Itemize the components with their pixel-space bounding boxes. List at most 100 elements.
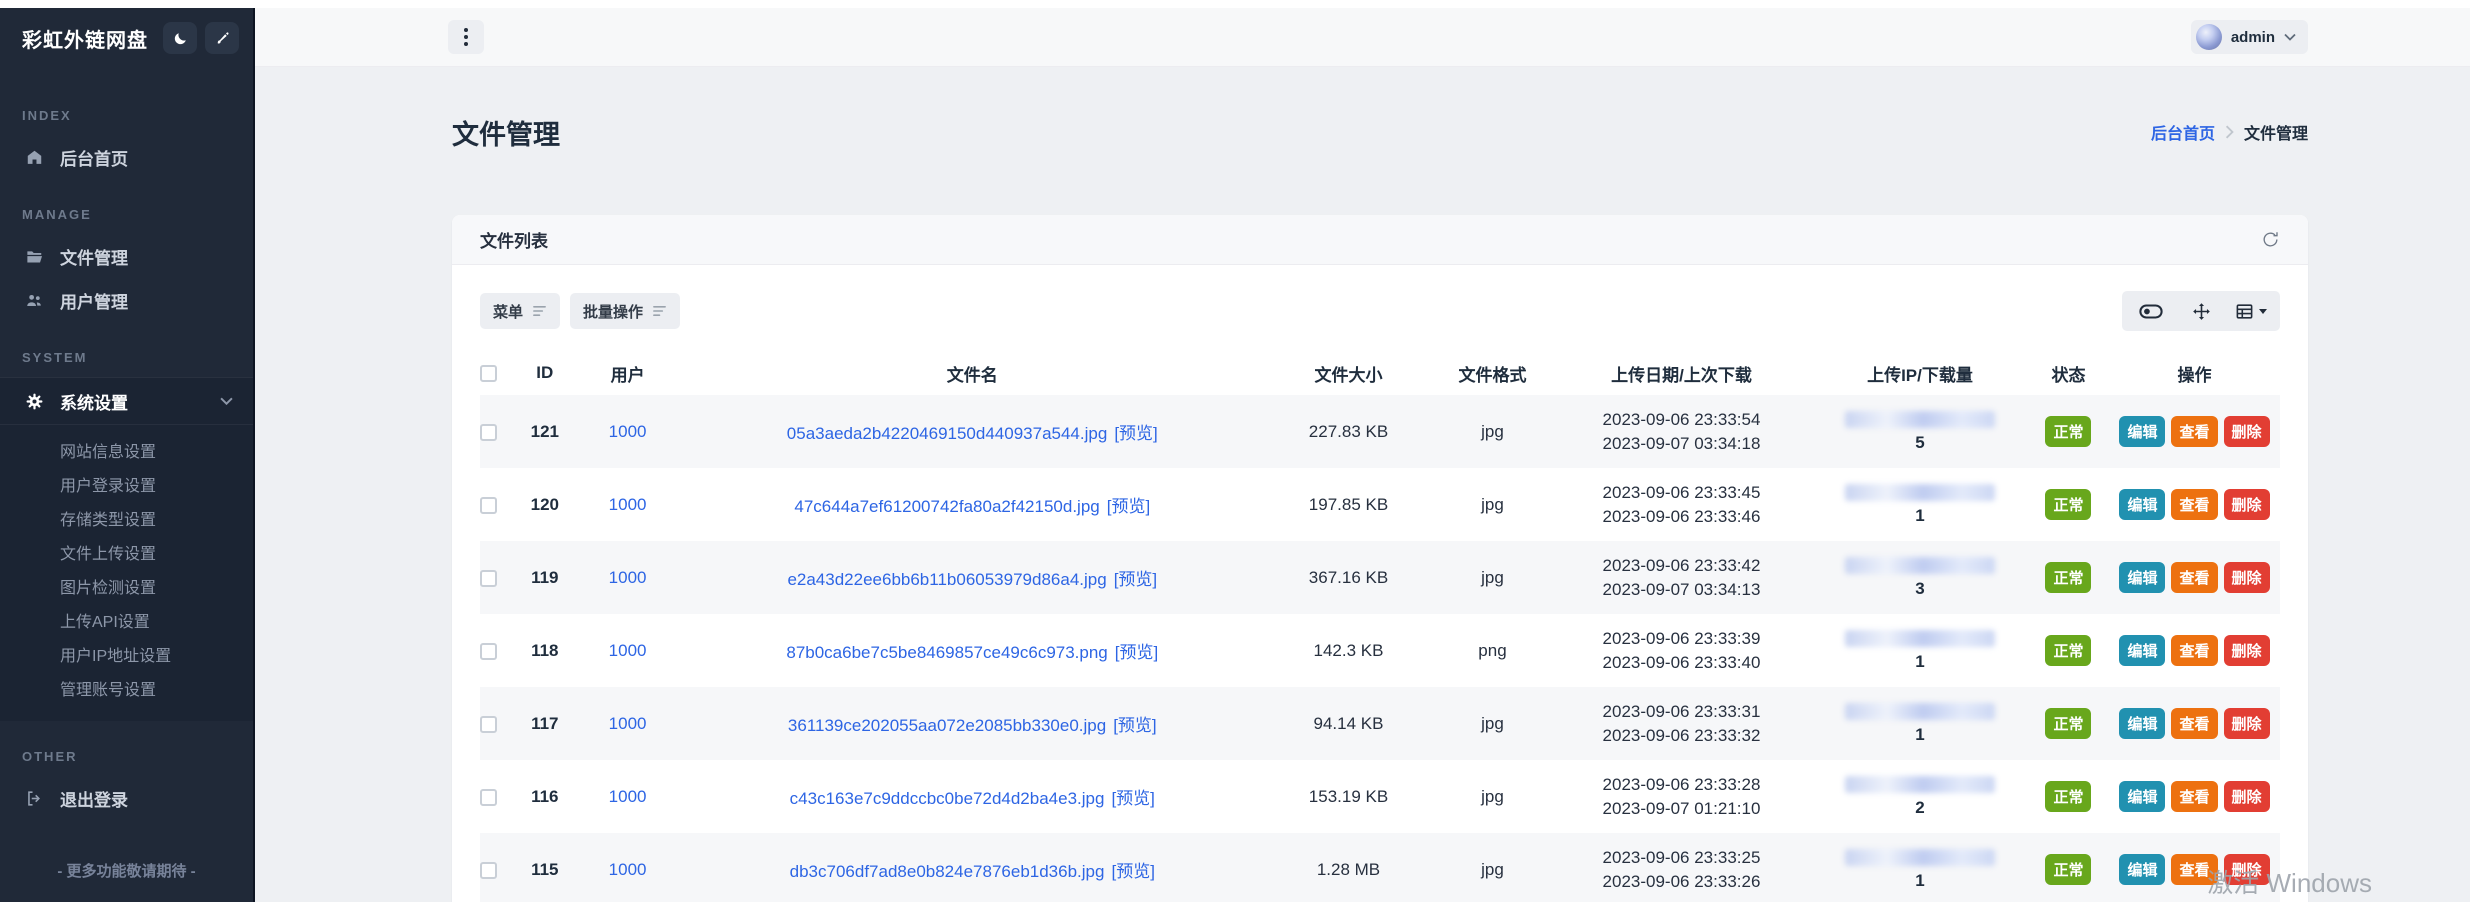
sidebar-item-users[interactable]: 用户管理	[0, 278, 253, 322]
file-size: 153.19 KB	[1263, 760, 1434, 833]
ip-downloads: 1	[1812, 833, 2028, 902]
file-name-link[interactable]: 87b0ca6be7c5be8469857ce49c6c973.png	[786, 643, 1107, 662]
submenu-item-upload-api[interactable]: 上传API设置	[0, 603, 253, 637]
row-checkbox[interactable]	[480, 716, 497, 733]
user-link[interactable]: 1000	[609, 714, 647, 733]
screen: 彩虹外链网盘 INDEX 后台首页	[0, 0, 2470, 902]
delete-button[interactable]: 删除	[2224, 416, 2270, 447]
columns-config-button[interactable]	[2226, 291, 2276, 331]
edit-button[interactable]: 编辑	[2119, 562, 2165, 593]
file-name-link[interactable]: 05a3aeda2b4220469150d440937a544.jpg	[787, 424, 1108, 443]
user-menu-button[interactable]: admin	[2191, 20, 2308, 54]
file-name-link[interactable]: 47c644a7ef61200742fa80a2f42150d.jpg	[794, 497, 1099, 516]
edit-button[interactable]: 编辑	[2119, 416, 2165, 447]
delete-button[interactable]: 删除	[2224, 562, 2270, 593]
theme-button[interactable]	[205, 22, 239, 54]
status-badge: 正常	[2045, 489, 2091, 520]
preview-link[interactable]: [预览]	[1113, 716, 1156, 735]
user-link[interactable]: 1000	[609, 860, 647, 879]
row-checkbox[interactable]	[480, 424, 497, 441]
delete-button[interactable]: 删除	[2224, 708, 2270, 739]
file-format: jpg	[1434, 541, 1551, 614]
file-format: jpg	[1434, 395, 1551, 468]
view-button[interactable]: 查看	[2171, 708, 2217, 739]
edit-button[interactable]: 编辑	[2119, 781, 2165, 812]
edit-button[interactable]: 编辑	[2119, 635, 2165, 666]
refresh-button[interactable]	[2261, 230, 2280, 249]
file-name-link[interactable]: e2a43d22ee6bb6b11b06053979d86a4.jpg	[787, 570, 1106, 589]
batch-actions-button[interactable]: 批量操作	[570, 293, 680, 329]
file-name-link[interactable]: db3c706df7ad8e0b824e7876eb1d36b.jpg	[790, 862, 1105, 881]
drag-reorder-button[interactable]	[2176, 291, 2226, 331]
sidebar-item-files[interactable]: 文件管理	[0, 234, 253, 278]
logout-icon	[22, 789, 46, 808]
row-checkbox[interactable]	[480, 643, 497, 660]
preview-link[interactable]: [预览]	[1107, 497, 1150, 516]
row-checkbox[interactable]	[480, 862, 497, 879]
toggle-display-button[interactable]	[2126, 291, 2176, 331]
edit-button[interactable]: 编辑	[2119, 489, 2165, 520]
submenu-item-file-upload[interactable]: 文件上传设置	[0, 535, 253, 569]
delete-button[interactable]: 删除	[2224, 489, 2270, 520]
delete-button[interactable]: 删除	[2224, 635, 2270, 666]
submenu-item-user-ip[interactable]: 用户IP地址设置	[0, 637, 253, 671]
ip-downloads: 1	[1812, 614, 2028, 687]
file-name-link[interactable]: c43c163e7c9ddccbc0be72d4d2ba4e3.jpg	[790, 789, 1105, 808]
upload-date: 2023-09-06 23:33:45	[1551, 481, 1812, 505]
menu-button[interactable]: 菜单	[480, 293, 560, 329]
file-size: 94.14 KB	[1263, 687, 1434, 760]
view-button[interactable]: 查看	[2171, 635, 2217, 666]
view-button[interactable]: 查看	[2171, 781, 2217, 812]
file-list-card: 文件列表 菜单 批量操作	[452, 215, 2308, 902]
upload-date: 2023-09-06 23:33:54	[1551, 408, 1812, 432]
sidebar-item-system-settings[interactable]: 系统设置	[0, 377, 253, 425]
dark-mode-button[interactable]	[163, 22, 197, 54]
upload-date: 2023-09-06 23:33:42	[1551, 554, 1812, 578]
table-row: 117 1000 361139ce202055aa072e2085bb330e0…	[480, 687, 2280, 760]
view-button[interactable]: 查看	[2171, 416, 2217, 447]
sidebar-item-label: 系统设置	[60, 389, 128, 414]
sidebar-item-logout[interactable]: 退出登录	[0, 776, 253, 820]
sidebar-item-label: 用户管理	[60, 288, 128, 313]
preview-link[interactable]: [预览]	[1115, 643, 1158, 662]
view-button[interactable]: 查看	[2171, 562, 2217, 593]
download-count: 3	[1812, 579, 2028, 599]
user-link[interactable]: 1000	[609, 495, 647, 514]
file-size: 142.3 KB	[1263, 614, 1434, 687]
submenu-item-user-login[interactable]: 用户登录设置	[0, 467, 253, 501]
moon-icon	[173, 31, 188, 46]
breadcrumb-home-link[interactable]: 后台首页	[2151, 120, 2215, 144]
preview-link[interactable]: [预览]	[1114, 424, 1157, 443]
preview-link[interactable]: [预览]	[1111, 862, 1154, 881]
preview-link[interactable]: [预览]	[1111, 789, 1154, 808]
file-size: 197.85 KB	[1263, 468, 1434, 541]
more-menu-button[interactable]	[448, 20, 484, 54]
view-button[interactable]: 查看	[2171, 489, 2217, 520]
user-link[interactable]: 1000	[609, 787, 647, 806]
submenu-item-site-info[interactable]: 网站信息设置	[0, 433, 253, 467]
row-checkbox[interactable]	[480, 497, 497, 514]
user-link[interactable]: 1000	[609, 422, 647, 441]
row-checkbox[interactable]	[480, 789, 497, 806]
user-link[interactable]: 1000	[609, 568, 647, 587]
preview-link[interactable]: [预览]	[1114, 570, 1157, 589]
sidebar-header-buttons	[163, 22, 239, 54]
table-row: 115 1000 db3c706df7ad8e0b824e7876eb1d36b…	[480, 833, 2280, 902]
delete-button[interactable]: 删除	[2224, 781, 2270, 812]
submenu-item-admin-account[interactable]: 管理账号设置	[0, 671, 253, 705]
last-download-date: 2023-09-07 03:34:18	[1551, 432, 1812, 456]
sidebar-item-home[interactable]: 后台首页	[0, 135, 253, 179]
top-strip	[0, 0, 2470, 8]
page-title: 文件管理	[452, 113, 560, 152]
file-name-link[interactable]: 361139ce202055aa072e2085bb330e0.jpg	[788, 716, 1106, 735]
user-link[interactable]: 1000	[609, 641, 647, 660]
row-checkbox[interactable]	[480, 570, 497, 587]
select-all-checkbox[interactable]	[480, 365, 497, 382]
edit-button[interactable]: 编辑	[2119, 854, 2165, 885]
submenu-item-storage-type[interactable]: 存储类型设置	[0, 501, 253, 535]
table-row: 119 1000 e2a43d22ee6bb6b11b06053979d86a4…	[480, 541, 2280, 614]
edit-button[interactable]: 编辑	[2119, 708, 2165, 739]
submenu-item-image-check[interactable]: 图片检测设置	[0, 569, 253, 603]
breadcrumb: 后台首页 文件管理	[2151, 120, 2308, 144]
blurred-ip	[1845, 776, 1995, 793]
